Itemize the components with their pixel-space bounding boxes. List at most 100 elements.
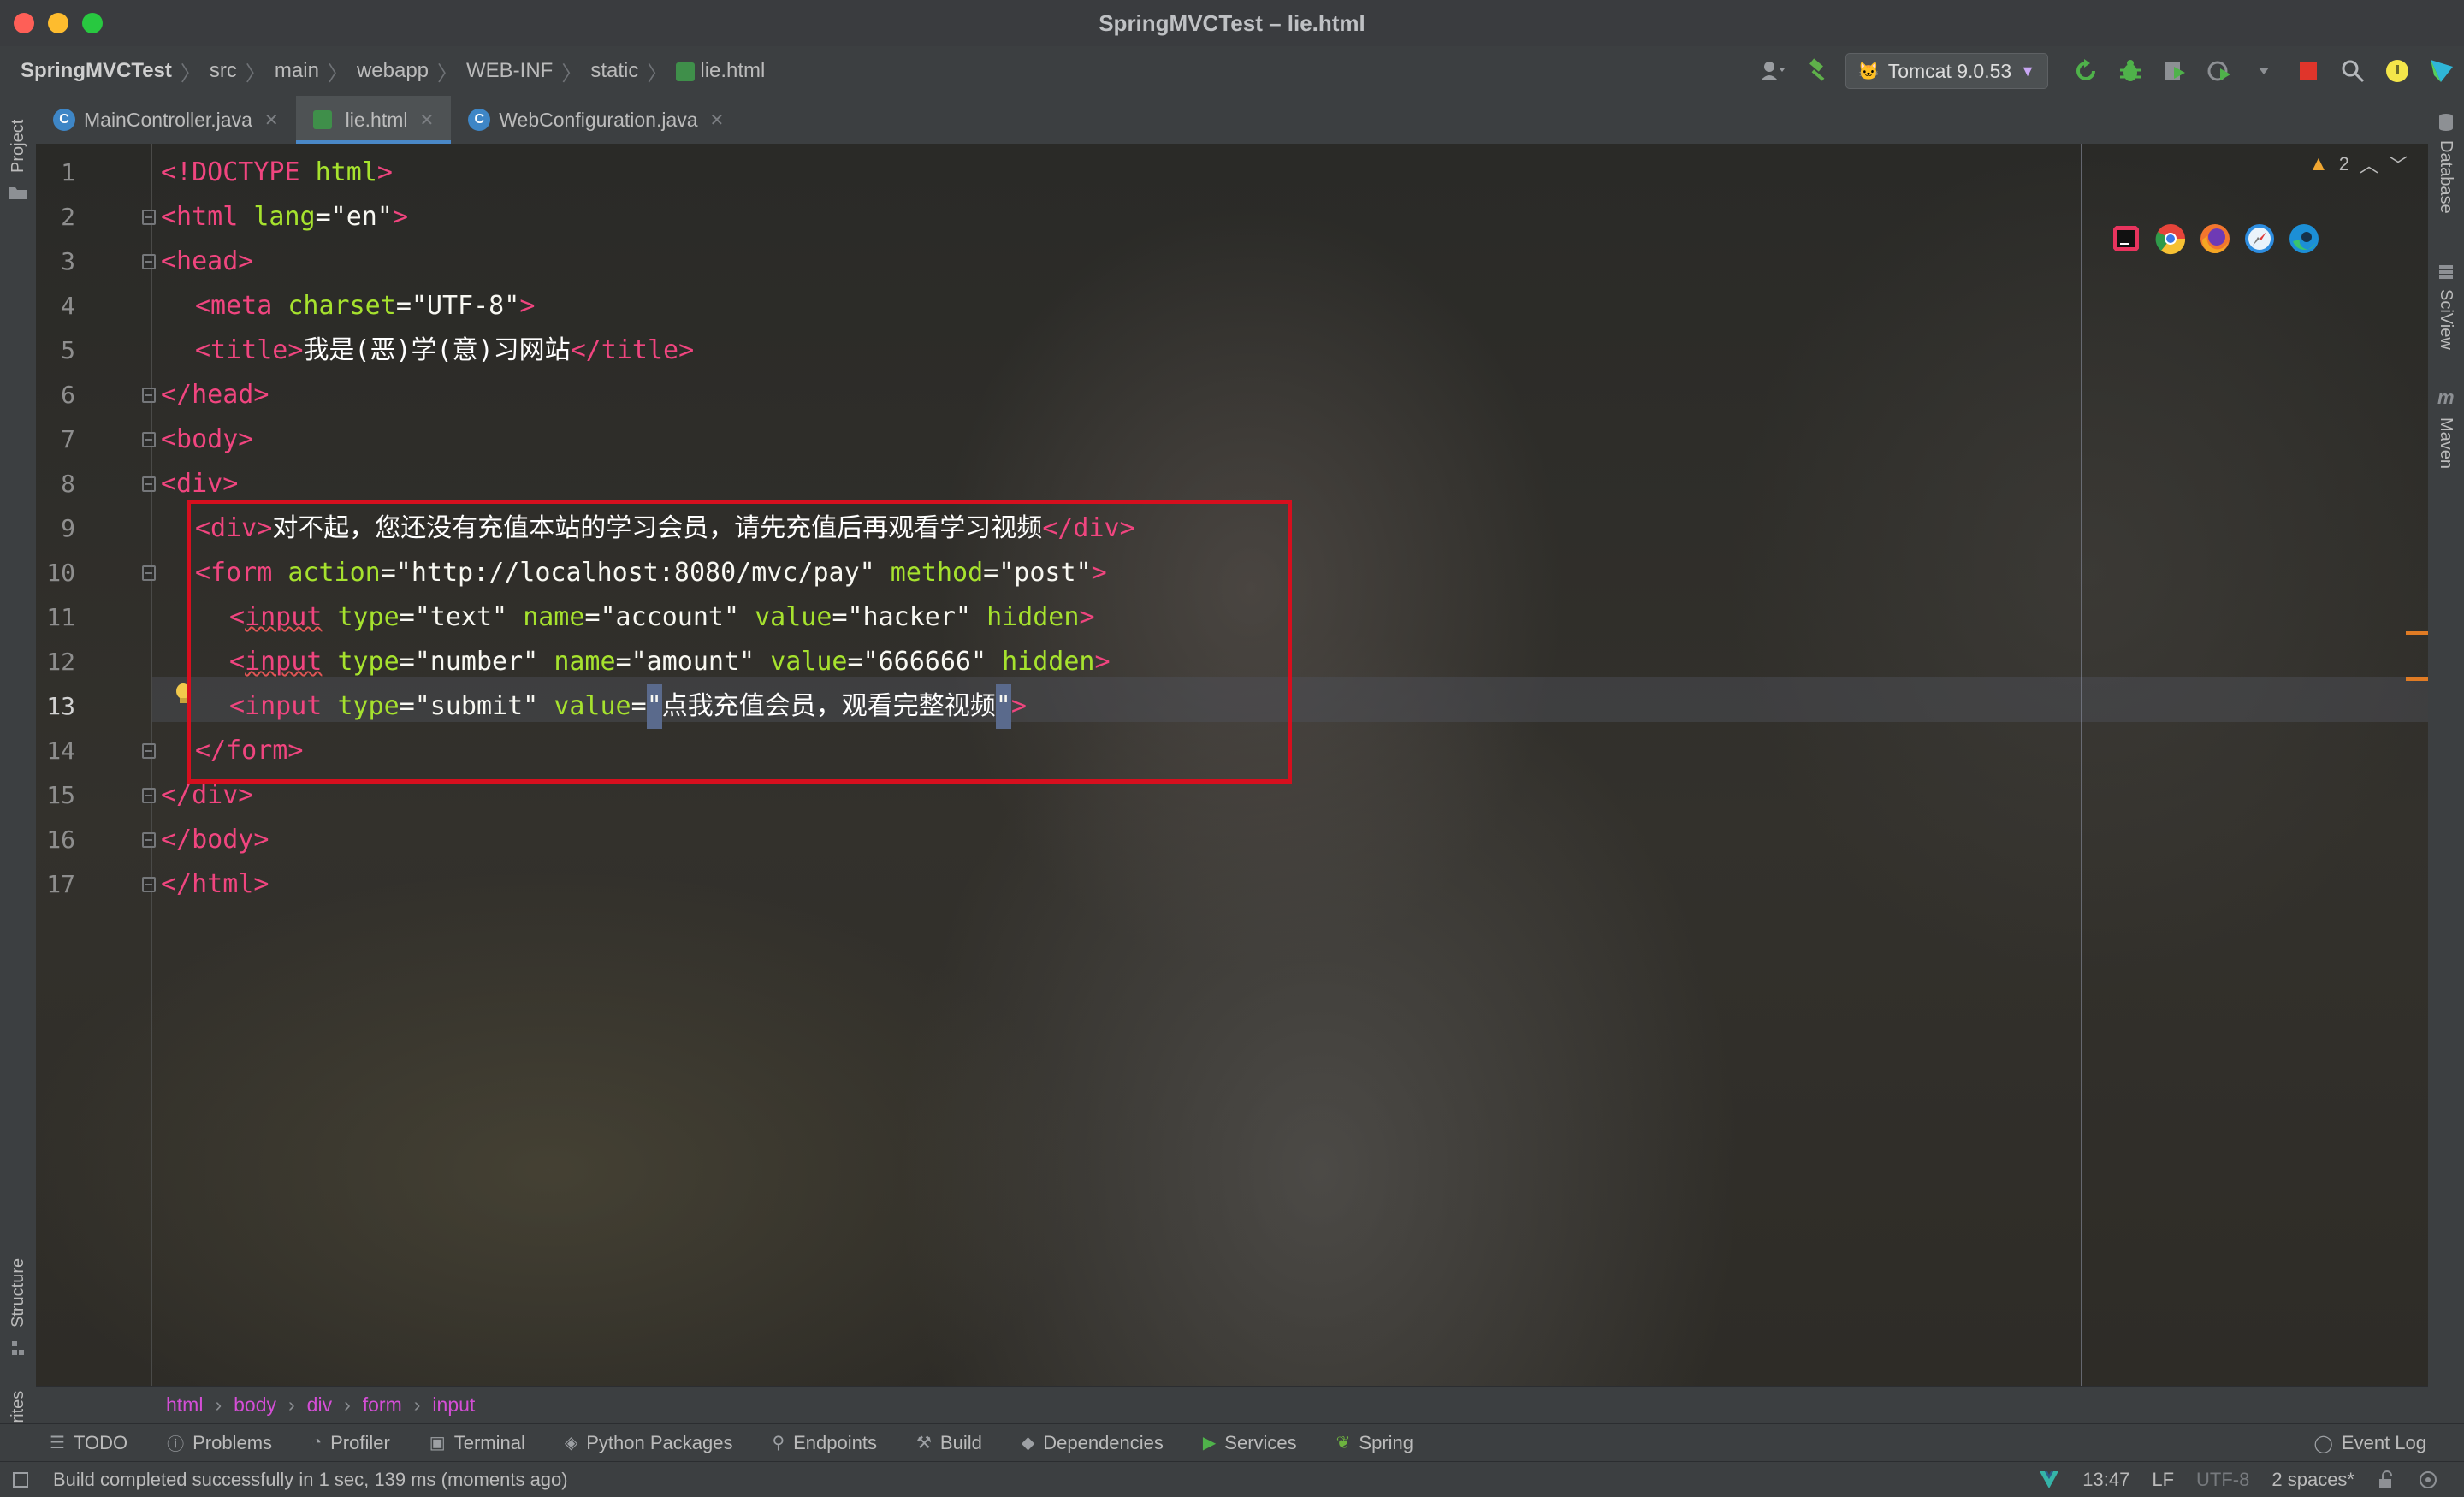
- breadcrumb-separator: 〉: [561, 62, 583, 86]
- code-token: </html>: [161, 869, 270, 899]
- status-widgets: 13:47 LF UTF-8 2 spaces*: [2038, 1462, 2438, 1497]
- ide-update-icon[interactable]: [2380, 54, 2414, 88]
- annotation-highlight-box: [187, 500, 1292, 784]
- maven-tool-button[interactable]: Maven: [2436, 417, 2455, 469]
- more-run-options-icon[interactable]: [2247, 54, 2281, 88]
- tool-terminal[interactable]: ▣ Terminal: [429, 1432, 525, 1454]
- tool-dependencies[interactable]: ◆ Dependencies: [1022, 1432, 1164, 1454]
- tool-label: Spring: [1359, 1431, 1414, 1453]
- profile-icon[interactable]: [2202, 54, 2236, 88]
- safari-icon[interactable]: [2243, 222, 2276, 255]
- breadcrumb-webapp[interactable]: webapp: [357, 59, 429, 83]
- run-coverage-icon[interactable]: [2158, 54, 2192, 88]
- code-line[interactable]: <!DOCTYPE html>: [161, 151, 393, 195]
- fold-toggle-icon[interactable]: [142, 565, 156, 581]
- code-line[interactable]: </body>: [161, 818, 269, 862]
- tool-services[interactable]: ▶ Services: [1203, 1432, 1297, 1454]
- tag-crumb-form[interactable]: form: [363, 1393, 402, 1417]
- chevron-down-icon: ▼: [2020, 62, 2035, 80]
- tool-build[interactable]: ⚒ Build: [916, 1432, 982, 1454]
- close-tab-icon[interactable]: ✕: [264, 109, 279, 131]
- fold-toggle-icon[interactable]: [142, 743, 156, 759]
- memory-indicator-icon[interactable]: [2418, 1470, 2438, 1489]
- firefox-icon[interactable]: [2199, 222, 2231, 255]
- tool-profiler[interactable]: ◔ Profiler: [311, 1432, 390, 1454]
- next-highlight-icon[interactable]: ﹀: [2389, 151, 2408, 178]
- warning-stripe-marker[interactable]: [2406, 631, 2428, 635]
- caret-position[interactable]: 13:47: [2082, 1469, 2129, 1491]
- file-encoding[interactable]: UTF-8: [2196, 1469, 2249, 1491]
- search-icon[interactable]: [2336, 54, 2370, 88]
- close-tab-icon[interactable]: ✕: [420, 109, 435, 131]
- package-icon: ◈: [564, 1434, 578, 1453]
- sciview-tool-button[interactable]: SciView: [2436, 289, 2455, 350]
- fold-toggle-icon[interactable]: [142, 877, 156, 892]
- code-line[interactable]: <meta charset="UTF-8">: [195, 284, 535, 328]
- debug-bug-icon[interactable]: [2113, 54, 2147, 88]
- chrome-icon[interactable]: [2154, 222, 2187, 255]
- tool-python-packages[interactable]: ◈ Python Packages: [565, 1432, 733, 1454]
- line-number: 8: [61, 470, 75, 498]
- tool-window-bar: ☰ TODO ⓘ Problems ◔ Profiler ▣ Terminal ◈ Pyt…: [0, 1423, 2464, 1461]
- build-hammer-icon[interactable]: [1801, 54, 1835, 88]
- layers-icon: ◆: [1021, 1434, 1035, 1453]
- code-line[interactable]: <title>我是(恶)学(意)习网站</title>: [195, 328, 694, 373]
- tool-todo[interactable]: ☰ TODO: [50, 1432, 127, 1454]
- vue-plugin-icon[interactable]: [2038, 1470, 2060, 1490]
- tab-web-configuration[interactable]: C WebConfiguration.java ✕: [451, 96, 741, 144]
- code-line[interactable]: <head>: [161, 240, 253, 284]
- code-line[interactable]: </html>: [161, 862, 269, 907]
- tool-label: Endpoints: [793, 1431, 877, 1453]
- breadcrumb-project[interactable]: SpringMVCTest: [21, 59, 172, 83]
- run-configuration-select[interactable]: 🐱 Tomcat 9.0.53 ▼: [1845, 53, 2048, 89]
- line-separator[interactable]: LF: [2152, 1469, 2174, 1491]
- breadcrumb-main[interactable]: main: [275, 59, 319, 83]
- tool-spring[interactable]: ❦ Spring: [1336, 1432, 1413, 1454]
- breadcrumb-src[interactable]: src: [210, 59, 237, 83]
- warning-stripe-marker[interactable]: [2406, 677, 2428, 681]
- intellij-browser-icon[interactable]: [2110, 222, 2142, 255]
- inspection-widget[interactable]: ▲ 2 ︿ ﹀: [2308, 151, 2408, 178]
- ide-window: SpringMVCTest – lie.html SpringMVCTest 〉…: [0, 0, 2464, 1497]
- tool-problems[interactable]: ⓘ Problems: [167, 1430, 272, 1455]
- unlock-icon[interactable]: [2377, 1470, 2396, 1489]
- code-token: <html: [161, 202, 254, 232]
- previous-highlight-icon[interactable]: ︿: [2360, 151, 2378, 178]
- tab-main-controller[interactable]: C MainController.java ✕: [36, 96, 296, 144]
- fold-toggle-icon[interactable]: [142, 254, 156, 269]
- indent-setting[interactable]: 2 spaces*: [2272, 1469, 2354, 1491]
- project-tool-button[interactable]: Project: [9, 120, 28, 173]
- jetbrains-logo-icon[interactable]: [2425, 54, 2459, 88]
- code-line[interactable]: <html lang="en">: [161, 195, 408, 240]
- close-tab-icon[interactable]: ✕: [710, 109, 725, 131]
- tab-lie-html[interactable]: lie.html ✕: [295, 96, 452, 144]
- user-account-icon[interactable]: [1756, 54, 1791, 88]
- fold-toggle-icon[interactable]: [142, 476, 156, 492]
- java-class-icon: C: [468, 109, 491, 131]
- tag-crumb-div[interactable]: div: [307, 1393, 332, 1417]
- breadcrumb-static[interactable]: static: [590, 59, 638, 83]
- breadcrumb-web-inf[interactable]: WEB-INF: [466, 59, 553, 83]
- toggle-tool-windows-icon[interactable]: [12, 1471, 29, 1488]
- code-editor[interactable]: 1 2 3 4 5 6 7 8 9 10 11 12 13 14 15 16 17 <!DOCTYPE html…: [36, 144, 2428, 1386]
- tool-label: Python Packages: [586, 1431, 733, 1453]
- edge-icon[interactable]: [2288, 222, 2320, 255]
- tag-crumb-body[interactable]: body: [234, 1393, 276, 1417]
- code-line[interactable]: </head>: [161, 373, 269, 417]
- structure-tool-button[interactable]: Structure: [9, 1258, 28, 1328]
- event-log-button[interactable]: ◯ Event Log: [2314, 1424, 2426, 1462]
- rerun-icon[interactable]: [2069, 54, 2103, 88]
- breadcrumb-file[interactable]: lie.html: [676, 59, 765, 83]
- database-tool-button[interactable]: Database: [2436, 140, 2455, 214]
- tag-crumb-html[interactable]: html: [166, 1393, 203, 1417]
- fold-toggle-icon[interactable]: [142, 210, 156, 225]
- tag-crumb-input[interactable]: input: [432, 1393, 475, 1417]
- tool-endpoints[interactable]: ⚲ Endpoints: [772, 1432, 877, 1454]
- fold-toggle-icon[interactable]: [142, 432, 156, 447]
- tool-label: Terminal: [453, 1431, 525, 1453]
- fold-toggle-icon[interactable]: [142, 788, 156, 803]
- fold-toggle-icon[interactable]: [142, 832, 156, 848]
- code-line[interactable]: <body>: [161, 417, 253, 462]
- stop-icon[interactable]: [2291, 54, 2325, 88]
- fold-toggle-icon[interactable]: [142, 388, 156, 403]
